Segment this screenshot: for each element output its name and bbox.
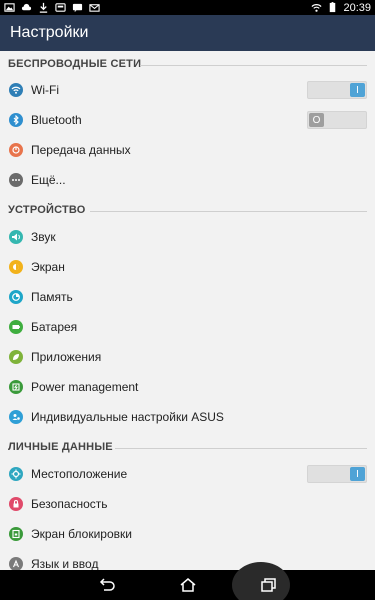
- battery-icon: [327, 2, 338, 13]
- sms-icon: [72, 2, 83, 13]
- lock-icon: [9, 497, 23, 511]
- home-icon: [180, 578, 196, 592]
- section-title: УСТРОЙСТВО: [8, 204, 86, 216]
- settings-item-bluetooth[interactable]: Bluetooth O: [0, 105, 375, 135]
- apps-icon: [9, 350, 23, 364]
- settings-item-display[interactable]: Экран: [0, 252, 375, 282]
- settings-item-label: Wi-Fi: [31, 83, 59, 97]
- location-icon: [9, 467, 23, 481]
- recents-button[interactable]: [257, 574, 279, 596]
- wifi-icon: [311, 2, 322, 13]
- toggle-knob: O: [309, 113, 324, 127]
- settings-item-label: Батарея: [31, 320, 78, 334]
- divider: [90, 211, 367, 212]
- data-usage-icon: [9, 143, 23, 157]
- settings-item-label: Индивидуальные настройки ASUS: [31, 410, 224, 424]
- settings-item-power-management[interactable]: Power management: [0, 372, 375, 402]
- more-icon: [9, 173, 23, 187]
- settings-item-location[interactable]: Местоположение I: [0, 459, 375, 489]
- settings-item-label: Передача данных: [31, 143, 131, 157]
- settings-item-data-usage[interactable]: Передача данных: [0, 135, 375, 165]
- section-header-device: УСТРОЙСТВО: [0, 199, 375, 221]
- section-header-personal: ЛИЧНЫЕ ДАННЫЕ: [0, 436, 375, 458]
- language-icon: [9, 557, 23, 570]
- cloud-icon: [21, 2, 32, 13]
- storage-icon: [9, 290, 23, 304]
- toggle-knob: I: [350, 467, 365, 481]
- settings-item-label: Безопасность: [31, 497, 108, 511]
- settings-item-storage[interactable]: Память: [0, 282, 375, 312]
- asus-settings-icon: [9, 410, 23, 424]
- settings-item-label: Power management: [31, 380, 139, 394]
- home-button[interactable]: [177, 574, 199, 596]
- settings-item-sound[interactable]: Звук: [0, 222, 375, 252]
- section-header-wireless: БЕСПРОВОДНЫЕ СЕТИ: [0, 53, 375, 75]
- settings-item-label: Память: [31, 290, 73, 304]
- settings-item-label: Bluetooth: [31, 113, 82, 127]
- app-bar: Настройки: [0, 15, 375, 51]
- email-icon: [89, 2, 100, 13]
- lockscreen-icon: [9, 527, 23, 541]
- wifi-icon: [9, 83, 23, 97]
- back-icon: [99, 578, 115, 591]
- settings-item-security[interactable]: Безопасность: [0, 489, 375, 519]
- settings-item-battery[interactable]: Батарея: [0, 312, 375, 342]
- settings-list[interactable]: БЕСПРОВОДНЫЕ СЕТИ Wi-Fi I Bluetooth O Пе…: [0, 51, 375, 570]
- battery-icon: [9, 320, 23, 334]
- navigation-bar: [0, 562, 375, 600]
- divider: [140, 65, 367, 66]
- wifi-toggle[interactable]: I: [307, 81, 367, 99]
- recents-icon: [261, 578, 276, 592]
- back-button[interactable]: [96, 574, 118, 596]
- clock: 20:39: [343, 1, 371, 14]
- settings-item-apps[interactable]: Приложения: [0, 342, 375, 372]
- settings-item-label: Звук: [31, 230, 56, 244]
- settings-item-asus-customization[interactable]: Индивидуальные настройки ASUS: [0, 402, 375, 432]
- status-bar: 20:39: [0, 0, 375, 15]
- divider: [115, 448, 367, 449]
- photo-icon: [4, 2, 15, 13]
- section-title: ЛИЧНЫЕ ДАННЫЕ: [8, 441, 113, 453]
- download-icon: [38, 2, 49, 13]
- settings-item-label: Экран: [31, 260, 65, 274]
- bluetooth-icon: [9, 113, 23, 127]
- settings-item-label: Язык и ввод: [31, 557, 99, 570]
- card-icon: [55, 2, 66, 13]
- section-title: БЕСПРОВОДНЫЕ СЕТИ: [8, 58, 142, 70]
- settings-item-label: Местоположение: [31, 467, 128, 481]
- brightness-icon: [9, 260, 23, 274]
- page-title: Настройки: [10, 24, 89, 41]
- settings-item-more[interactable]: Ещё...: [0, 165, 375, 195]
- settings-item-lockscreen[interactable]: Экран блокировки: [0, 519, 375, 549]
- settings-item-wifi[interactable]: Wi-Fi I: [0, 75, 375, 105]
- bluetooth-toggle[interactable]: O: [307, 111, 367, 129]
- settings-item-label: Приложения: [31, 350, 102, 364]
- speaker-icon: [9, 230, 23, 244]
- settings-item-label: Экран блокировки: [31, 527, 132, 541]
- settings-item-language[interactable]: Язык и ввод: [0, 549, 375, 570]
- toggle-knob: I: [350, 83, 365, 97]
- location-toggle[interactable]: I: [307, 465, 367, 483]
- power-management-icon: [9, 380, 23, 394]
- settings-item-label: Ещё...: [31, 173, 66, 187]
